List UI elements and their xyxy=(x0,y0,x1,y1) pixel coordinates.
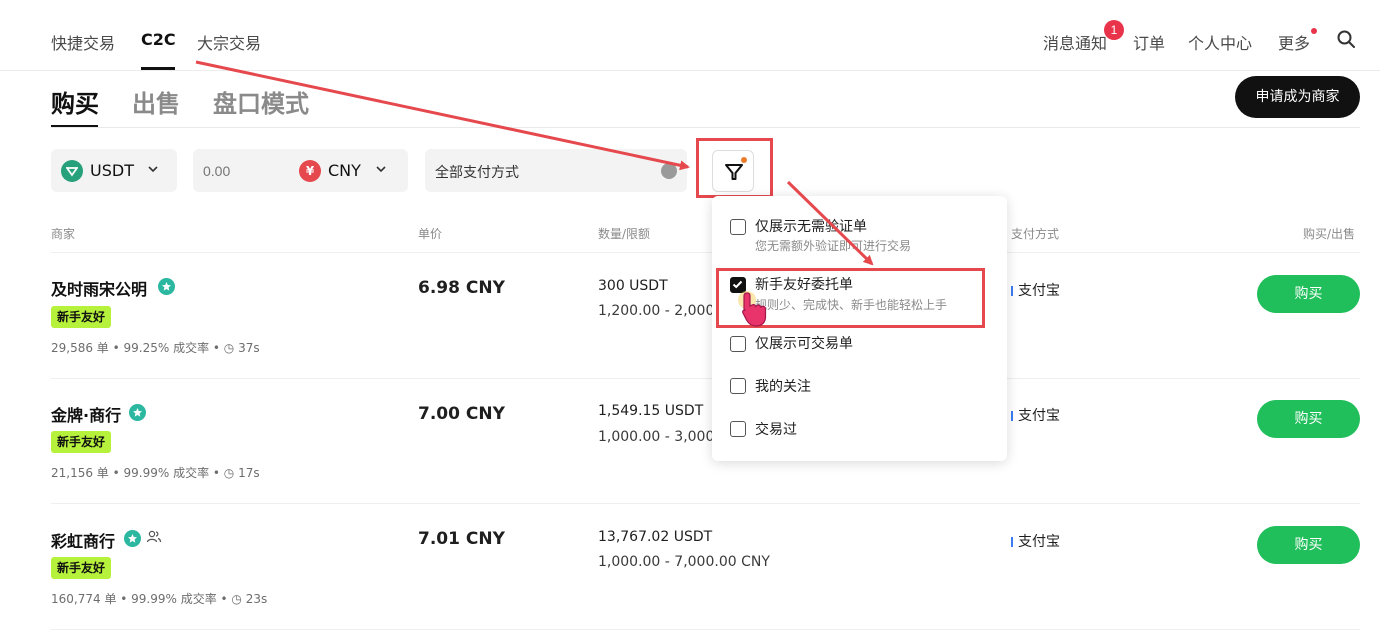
arrow-to-filter-button xyxy=(195,60,690,171)
annotation-arrows xyxy=(195,60,874,266)
arrow-to-newbie-option xyxy=(786,180,874,266)
